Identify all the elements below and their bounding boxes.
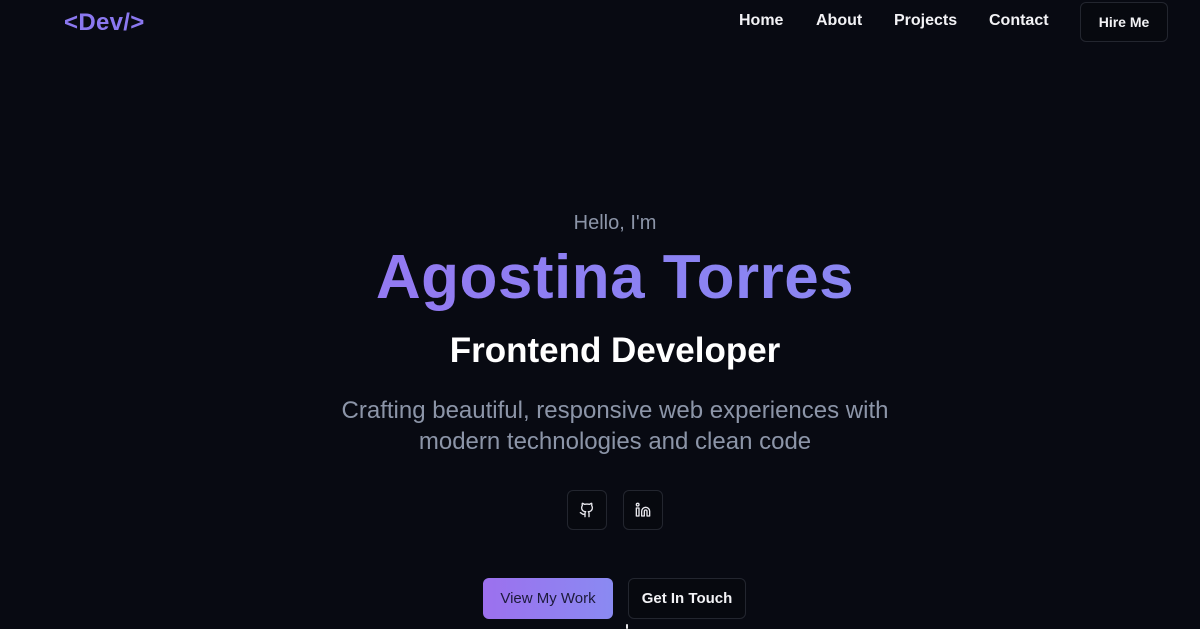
hero-role: Frontend Developer xyxy=(449,331,781,370)
hero-tagline-line-1: Crafting beautiful, responsive web exper… xyxy=(341,397,889,424)
github-icon xyxy=(579,502,594,518)
get-in-touch-button[interactable]: Get In Touch xyxy=(628,578,746,619)
page: <Dev/> Home About Projects Contact Hire … xyxy=(0,0,1200,629)
hero-name: Agostina Torres xyxy=(0,242,1200,313)
scroll-indicator xyxy=(626,624,628,629)
hero-tagline-line-2: modern technologies and clean code xyxy=(418,428,812,455)
linkedin-link[interactable] xyxy=(623,490,663,530)
view-my-work-button[interactable]: View My Work xyxy=(483,578,613,619)
hero-greeting: Hello, I'm xyxy=(573,212,657,234)
github-link[interactable] xyxy=(567,490,607,530)
hero-section: Hello, I'm Agostina Torres Frontend Deve… xyxy=(0,0,1200,629)
linkedin-icon xyxy=(635,502,651,517)
hero-tagline: Crafting beautiful, responsive web exper… xyxy=(0,395,1200,457)
